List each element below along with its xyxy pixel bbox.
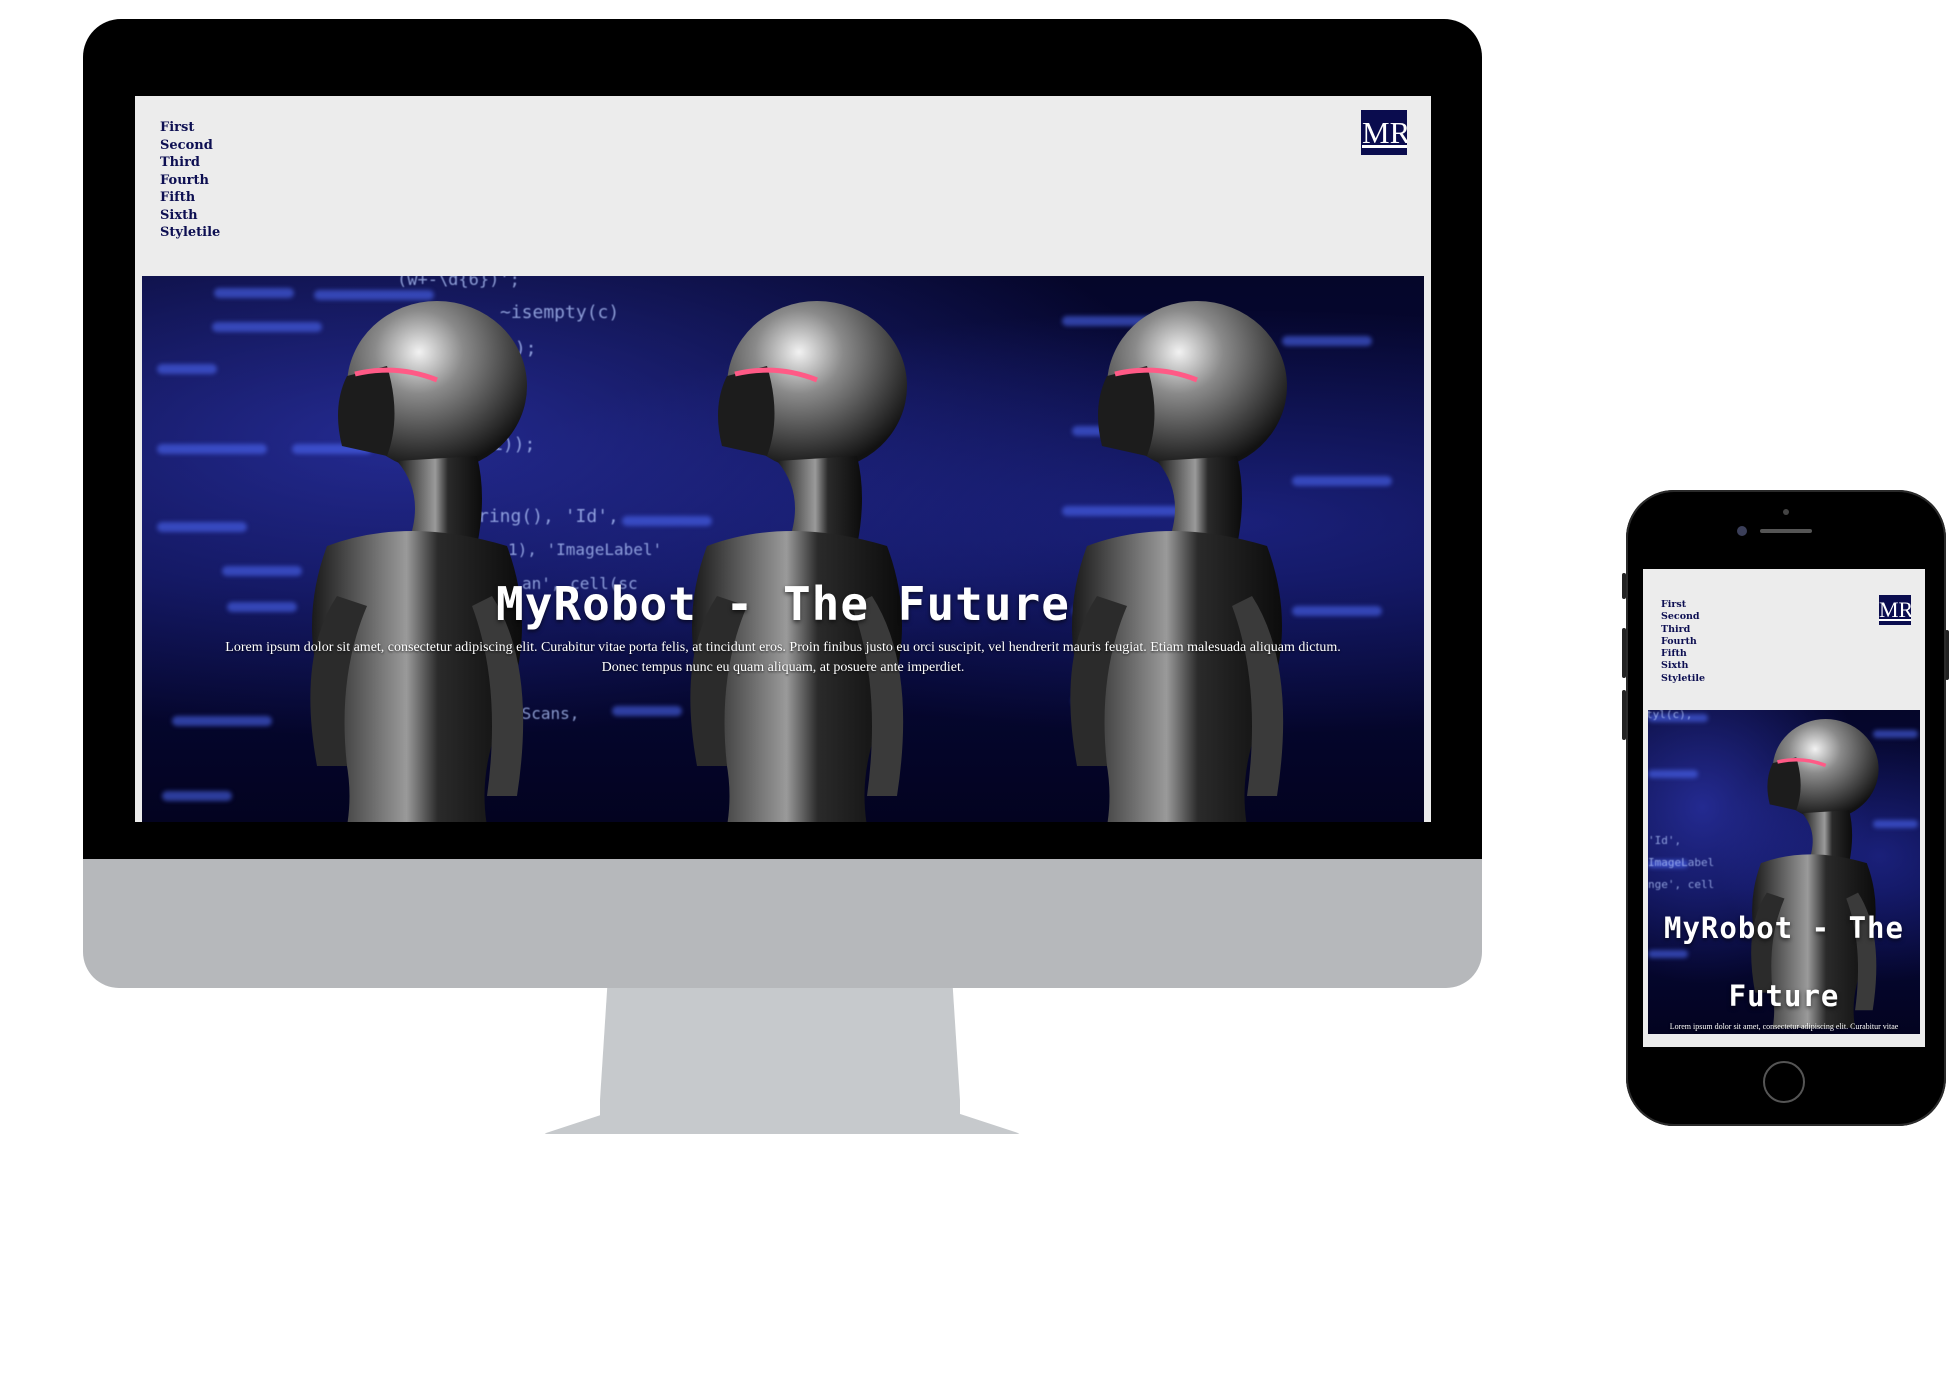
code-fragment: nge', cell — [1648, 878, 1715, 891]
code-glow — [162, 791, 232, 801]
nav-link-third[interactable]: Third — [1661, 624, 1705, 636]
nav-item-third: Third — [160, 154, 220, 172]
nav-item-sixth: Sixth — [1661, 660, 1705, 672]
hero-description: Lorem ipsum dolor sit amet, consectetur … — [225, 640, 1341, 675]
phone-speaker — [1760, 529, 1812, 533]
code-fragment: 'Id', — [1648, 834, 1682, 847]
monitor-stand-neck — [600, 988, 960, 1118]
nav-item-sixth: Sixth — [160, 207, 220, 225]
code-glow — [157, 364, 217, 374]
nav-item-second: Second — [160, 137, 220, 155]
nav-link-second[interactable]: Second — [1661, 611, 1705, 623]
hero-title: MyRobot - The Future — [496, 577, 1070, 631]
code-glow — [1648, 770, 1698, 778]
hero-banner: tyl(c), 'Id', ImageLabel nge', cell MyRo… — [1648, 710, 1920, 1034]
nav-item-first: First — [1661, 599, 1705, 611]
nav-list: First Second Third Fourth Fifth Sixth St… — [1661, 599, 1705, 685]
nav-item-styletile: Styletile — [1661, 673, 1705, 685]
code-fragment: tyl(c), — [1648, 710, 1693, 721]
nav-link-third[interactable]: Third — [160, 154, 220, 172]
site-logo[interactable]: MR — [1361, 110, 1407, 155]
nav-list: First Second Third Fourth Fifth Sixth St… — [160, 119, 220, 242]
hero-description: Lorem ipsum dolor sit amet, consectetur … — [1669, 1022, 1899, 1034]
hero-title: MyRobot - The Future — [1664, 911, 1904, 1013]
device-mockup-stage: First Second Third Fourth Fifth Sixth St… — [0, 0, 1950, 1378]
phone-nav-menu: First Second Third Fourth Fifth Sixth St… — [1661, 599, 1705, 685]
robot-figure — [310, 301, 527, 822]
monitor-chin — [83, 859, 1482, 988]
nav-link-fourth[interactable]: Fourth — [1661, 636, 1705, 648]
nav-item-fourth: Fourth — [160, 172, 220, 190]
phone-camera-icon — [1737, 526, 1747, 536]
phone-screen: First Second Third Fourth Fifth Sixth St… — [1643, 569, 1925, 1047]
nav-item-third: Third — [1661, 624, 1705, 636]
nav-item-fifth: Fifth — [160, 189, 220, 207]
nav-item-fifth: Fifth — [1661, 648, 1705, 660]
desktop-nav-menu: First Second Third Fourth Fifth Sixth St… — [160, 119, 220, 242]
desktop-screen: First Second Third Fourth Fifth Sixth St… — [135, 96, 1431, 822]
nav-link-fifth[interactable]: Fifth — [1661, 648, 1705, 660]
nav-link-first[interactable]: First — [160, 119, 220, 137]
nav-item-first: First — [160, 119, 220, 137]
nav-link-styletile[interactable]: Styletile — [160, 224, 220, 242]
code-fragment: (w+-\d{6})'; — [397, 276, 520, 290]
robot-figure — [1070, 301, 1287, 822]
robot-figure — [690, 301, 907, 822]
phone-home-button — [1763, 1061, 1805, 1103]
monitor-stand-foot — [543, 1112, 1021, 1134]
site-logo[interactable]: MR — [1879, 595, 1911, 625]
nav-link-first[interactable]: First — [1661, 599, 1705, 611]
nav-link-sixth[interactable]: Sixth — [1661, 660, 1705, 672]
hero-banner: (w+-\d{6})'; ~isempty(c) x); 1)); ring()… — [142, 276, 1424, 822]
nav-link-fifth[interactable]: Fifth — [160, 189, 220, 207]
nav-link-fourth[interactable]: Fourth — [160, 172, 220, 190]
nav-link-styletile[interactable]: Styletile — [1661, 673, 1705, 685]
phone-sensor — [1783, 509, 1789, 515]
code-glow — [157, 522, 247, 532]
nav-item-styletile: Styletile — [160, 224, 220, 242]
nav-link-sixth[interactable]: Sixth — [160, 207, 220, 225]
nav-item-fourth: Fourth — [1661, 636, 1705, 648]
code-fragment: ImageLabel — [1648, 856, 1715, 869]
nav-item-second: Second — [1661, 611, 1705, 623]
nav-link-second[interactable]: Second — [160, 137, 220, 155]
